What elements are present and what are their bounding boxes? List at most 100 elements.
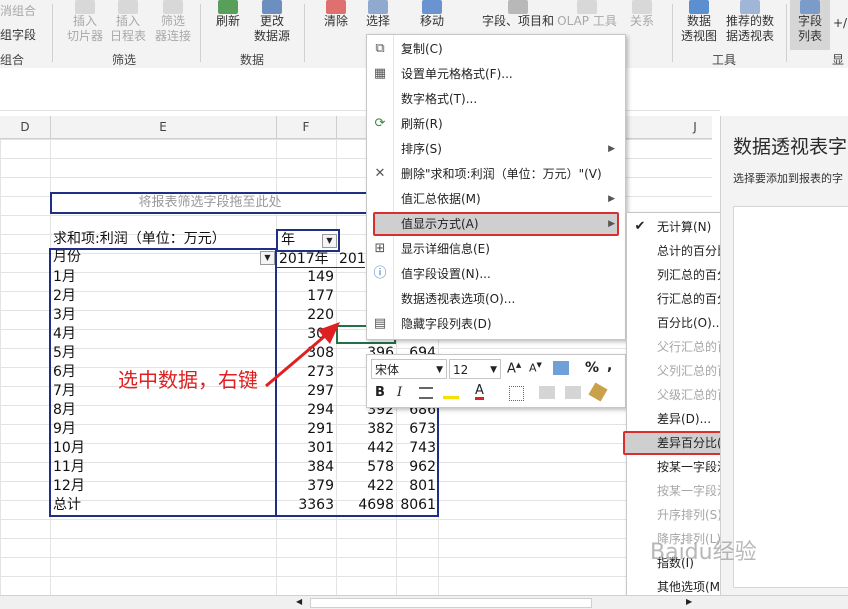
submenu-arrow-icon: ▶: [608, 194, 615, 204]
context-menu-item[interactable]: ✕ 删除"求和项:利润（单位：万元）"(V): [367, 162, 623, 186]
value-cell-2017[interactable]: 3363: [276, 496, 334, 515]
dropdown-arrow-icon[interactable]: ▼: [260, 251, 275, 265]
context-menu-label: 数字格式(T)...: [401, 92, 478, 106]
value-field-header[interactable]: 求和项:利润（单位：万元）: [53, 230, 226, 249]
column-field-button[interactable]: 年 ▼: [276, 229, 340, 252]
value-cell-2018[interactable]: 4698: [336, 496, 394, 515]
ungroup-button[interactable]: 消组合: [0, 4, 44, 19]
report-filter-drop-zone[interactable]: 将报表筛选字段拖至此处: [50, 192, 370, 214]
value-cell-total[interactable]: 673: [396, 420, 436, 439]
decrease-font-icon[interactable]: A▼: [529, 361, 542, 375]
group-field-button[interactable]: 组字段: [0, 28, 44, 43]
align-center-icon[interactable]: [419, 387, 433, 399]
row-label-cell[interactable]: 1月: [53, 268, 253, 287]
submenu-label: 百分比(O)...: [657, 316, 724, 330]
watermark: Baidu经验: [650, 540, 757, 565]
select-button[interactable]: 选择: [358, 0, 398, 29]
filter-connections-button[interactable]: 筛选 器连接: [150, 0, 196, 44]
row-label-cell[interactable]: 11月: [53, 458, 253, 477]
change-source-button[interactable]: 更改 数据源: [248, 0, 296, 44]
scroll-thumb[interactable]: [310, 598, 592, 608]
row-label-cell[interactable]: 12月: [53, 477, 253, 496]
context-menu-item[interactable]: 数据透视表选项(O)...: [367, 287, 623, 311]
select-icon: [368, 0, 388, 14]
value-cell-2017[interactable]: 379: [276, 477, 334, 496]
bold-button[interactable]: B: [375, 385, 385, 400]
increase-font-icon[interactable]: A▲: [507, 361, 521, 376]
comma-button[interactable]: ,: [607, 358, 612, 374]
row-label-cell[interactable]: 8月: [53, 401, 253, 420]
field-list-icon: [800, 0, 820, 14]
pivot-chart-button[interactable]: 数据 透视图: [678, 0, 720, 44]
context-menu-item[interactable]: ⟳ 刷新(R): [367, 112, 623, 136]
context-menu-label: 排序(S): [401, 142, 442, 156]
column-header-j[interactable]: J: [680, 120, 710, 134]
decrease-decimal-icon[interactable]: [565, 386, 581, 399]
insert-slicer-button[interactable]: 插入 切片器: [62, 0, 108, 44]
row-field-button[interactable]: 月份 ▼: [50, 248, 276, 267]
increase-decimal-icon[interactable]: [539, 386, 555, 399]
clear-button[interactable]: 清除: [316, 0, 356, 29]
context-menu-item[interactable]: ⓘ 值字段设置(N)...: [367, 262, 623, 286]
borders-icon[interactable]: [509, 386, 524, 401]
fill-color-icon[interactable]: [443, 385, 459, 399]
value-cell-2017[interactable]: 384: [276, 458, 334, 477]
field-list-button[interactable]: 字段 列表: [790, 0, 830, 50]
row-label-cell[interactable]: 5月: [53, 344, 253, 363]
move-button[interactable]: 移动: [410, 0, 454, 29]
row-label-cell[interactable]: 总计: [53, 496, 253, 515]
dropdown-arrow-icon[interactable]: ▼: [322, 234, 337, 248]
context-menu-item[interactable]: 排序(S) ▶: [367, 137, 623, 161]
font-name-box[interactable]: 宋体 ▼: [371, 359, 447, 379]
value-cell-2017[interactable]: 294: [276, 401, 334, 420]
value-cell-2018[interactable]: 382: [336, 420, 394, 439]
fields-items-button[interactable]: 字段、项目和: [480, 0, 556, 29]
value-cell-total[interactable]: 8061: [396, 496, 436, 515]
value-cell-2018[interactable]: 422: [336, 477, 394, 496]
currency-format-icon[interactable]: [553, 361, 569, 375]
value-cell-2017[interactable]: 149: [276, 268, 334, 287]
scroll-right-icon[interactable]: ▶: [686, 597, 696, 607]
scroll-left-icon[interactable]: ◀: [296, 597, 306, 607]
context-menu-item[interactable]: 数字格式(T)...: [367, 87, 623, 111]
value-cell-total[interactable]: 743: [396, 439, 436, 458]
value-cell-total[interactable]: 801: [396, 477, 436, 496]
font-size-box[interactable]: 12 ▼: [449, 359, 501, 379]
font-color-icon[interactable]: A: [475, 384, 484, 400]
row-label-cell[interactable]: 3月: [53, 306, 253, 325]
context-menu-item[interactable]: ▤ 隐藏字段列表(D): [367, 312, 623, 336]
format-painter-icon[interactable]: [588, 382, 608, 402]
eraser-icon: [326, 0, 346, 14]
refresh-button[interactable]: 刷新: [208, 0, 248, 29]
refresh-label: 刷新: [215, 14, 240, 28]
context-menu-item[interactable]: 值汇总依据(M) ▶: [367, 187, 623, 211]
olap-tools-button[interactable]: OLAP 工具: [556, 0, 618, 29]
value-cell-2018[interactable]: 578: [336, 458, 394, 477]
value-cell-2018[interactable]: 442: [336, 439, 394, 458]
context-menu-item[interactable]: ⊞ 显示详细信息(E): [367, 237, 623, 261]
percent-button[interactable]: %: [585, 360, 599, 376]
row-label-cell[interactable]: 4月: [53, 325, 253, 344]
recommended-pivot-button[interactable]: 推荐的数 据透视表: [720, 0, 780, 44]
context-menu-item[interactable]: ▦ 设置单元格格式(F)...: [367, 62, 623, 86]
mini-toolbar: 宋体 ▼ 12 ▼ A▲ A▼ % , B I A: [366, 354, 626, 408]
column-header-d[interactable]: D: [0, 120, 50, 134]
value-cell-total[interactable]: 962: [396, 458, 436, 477]
row-label-cell[interactable]: 2月: [53, 287, 253, 306]
value-cell-2017[interactable]: 291: [276, 420, 334, 439]
row-label-cell[interactable]: 10月: [53, 439, 253, 458]
italic-button[interactable]: I: [397, 385, 402, 400]
context-menu-item[interactable]: 值显示方式(A) ▶: [367, 212, 623, 236]
column-header-f[interactable]: F: [277, 120, 335, 134]
column-header-e[interactable]: E: [51, 120, 275, 134]
relations-button[interactable]: 关系: [622, 0, 662, 29]
field-list-box[interactable]: [733, 206, 848, 588]
value-cell-2017[interactable]: 301: [276, 439, 334, 458]
expand-collapse-button[interactable]: +/: [832, 16, 848, 31]
horizontal-scrollbar[interactable]: ◀ ▶: [0, 595, 848, 609]
insert-timeline-button[interactable]: 插入 日程表: [106, 0, 150, 44]
row-label-cell[interactable]: 9月: [53, 420, 253, 439]
submenu-arrow-icon: ▶: [608, 144, 615, 154]
context-menu-item[interactable]: ⧉ 复制(C): [367, 37, 623, 61]
checkmark-icon: ✔: [634, 219, 646, 234]
